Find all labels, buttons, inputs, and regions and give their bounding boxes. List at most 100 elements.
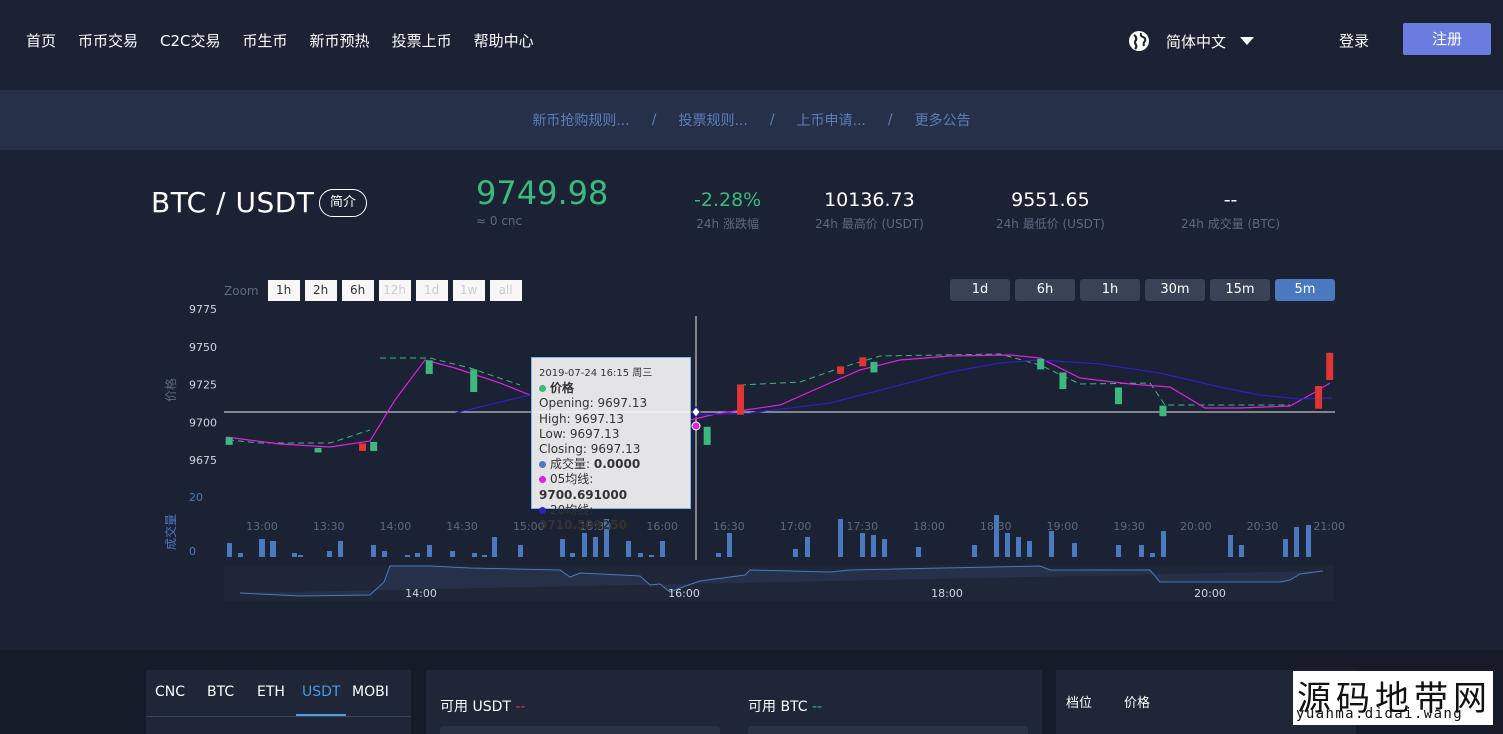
zoom-1d-button[interactable]: 1d	[415, 280, 448, 301]
kline-chart[interactable]: 9775 9750 9725 9700 9675 价格 成交量 20 0 13:00 1…	[0, 0, 1503, 650]
orderbook-level-header: 档位	[1066, 696, 1093, 711]
zoom-6h-button[interactable]: 6h	[341, 280, 374, 301]
candle[interactable]	[370, 441, 378, 451]
x-tick-label: 19:30	[1113, 520, 1145, 533]
x-tick-label: 20:30	[1247, 520, 1279, 533]
market-tab-cnc[interactable]: CNC	[155, 684, 185, 700]
ma5-dot-icon	[539, 476, 546, 484]
ma5-line	[225, 359, 531, 448]
zoom-2h-button[interactable]: 2h	[304, 280, 337, 301]
market-panel	[146, 670, 411, 734]
market-tab-btc[interactable]: BTC	[207, 684, 234, 700]
price-step-lines	[227, 353, 1290, 444]
x-tick-label: 18:00	[913, 520, 945, 533]
x-tick-label: 17:00	[780, 520, 812, 533]
period-6h-button[interactable]: 6h	[1015, 279, 1075, 301]
zoom-all-button[interactable]: all	[489, 280, 522, 301]
candle[interactable]	[1059, 372, 1067, 390]
navigator-tick-label: 16:00	[668, 587, 700, 600]
market-tab-usdt[interactable]: USDT	[302, 684, 340, 700]
series-dot-icon	[539, 385, 546, 393]
zoom-1h-button[interactable]: 1h	[267, 280, 300, 301]
navigator-tick-label: 18:00	[931, 587, 963, 600]
market-tab-eth[interactable]: ETH	[257, 684, 285, 700]
candles	[225, 352, 1334, 453]
y-axis: 9775 9750 9725 9700 9675	[189, 303, 217, 467]
period-30m-button[interactable]: 30m	[1145, 279, 1205, 301]
sell-price-input[interactable]	[748, 726, 1028, 734]
ma5-line-right	[689, 354, 1331, 421]
candle[interactable]	[1159, 405, 1167, 417]
available-btc: 可用 BTC --	[748, 699, 823, 715]
period-controls: 1d 6h 1h 30m 15m 5m	[950, 279, 1340, 301]
ma5-marker	[691, 421, 701, 431]
zoom-controls: Zoom 1h 2h 6h 12h 1d 1w all	[224, 280, 522, 301]
candle[interactable]	[314, 447, 322, 453]
candle[interactable]	[359, 443, 367, 451]
navigator-tick-label: 20:00	[1194, 587, 1226, 600]
zoom-1w-button[interactable]: 1w	[452, 280, 485, 301]
x-tick-label: 18:30	[980, 520, 1012, 533]
candle[interactable]	[870, 361, 878, 373]
tooltip-opening: Opening: 9697.13	[539, 396, 648, 411]
buy-price-input[interactable]	[440, 726, 720, 734]
y-tick-label: 9750	[189, 341, 217, 354]
tooltip-high: High: 9697.13	[539, 411, 625, 426]
tab-divider	[146, 716, 411, 717]
x-tick-label: 21:00	[1313, 520, 1345, 533]
candle[interactable]	[837, 366, 845, 374]
candle[interactable]	[737, 384, 745, 415]
x-tick-label: 20:00	[1180, 520, 1212, 533]
volume-dot-icon	[539, 461, 546, 469]
period-1d-button[interactable]: 1d	[950, 279, 1010, 301]
orderbook-price-header: 价格	[1124, 696, 1151, 711]
volume-axis-title: 成交量	[163, 514, 178, 550]
y-tick-label: 9725	[189, 379, 217, 392]
y-axis-title: 价格	[163, 378, 178, 402]
y-tick-label: 9700	[189, 416, 217, 429]
candle[interactable]	[1114, 387, 1122, 405]
period-5m-button[interactable]: 5m	[1275, 279, 1335, 301]
price-marker	[691, 406, 701, 418]
watermark-url: yuanma.didai.wang	[1296, 706, 1464, 722]
candle[interactable]	[859, 357, 867, 367]
candle[interactable]	[1037, 358, 1045, 370]
x-tick-label: 14:30	[446, 520, 478, 533]
ma20-line-right	[695, 359, 1333, 416]
candle[interactable]	[703, 426, 711, 445]
navigator-tick-label: 14:00	[405, 587, 437, 600]
available-usdt: 可用 USDT --	[440, 699, 526, 715]
x-tick-label: 14:00	[380, 520, 412, 533]
x-tick-label: 13:30	[313, 520, 345, 533]
tooltip-low: Low: 9697.13	[539, 426, 620, 441]
tooltip-series: 价格	[539, 381, 683, 396]
volume-tick-20: 20	[189, 491, 203, 504]
y-tick-label: 9775	[189, 303, 217, 316]
candle[interactable]	[470, 369, 478, 393]
x-axis: 13:00 13:30 14:00 14:30 15:00 15:30 16:00 16:30…	[246, 520, 1345, 533]
tooltip-header: 2019-07-24 16:15 周三	[539, 368, 653, 379]
x-tick-label: 16:30	[713, 520, 745, 533]
ma20-line	[454, 394, 531, 414]
chart-tooltip: 2019-07-24 16:15 周三 价格 Opening: 9697.13 …	[531, 357, 691, 532]
zoom-12h-button[interactable]: 12h	[378, 280, 411, 301]
y-tick-label: 9675	[189, 454, 217, 467]
market-tab-mobi[interactable]: MOBI	[352, 684, 389, 700]
tooltip-ma5: 05均线: 9700.691000	[539, 472, 628, 502]
ma20-dot-icon	[539, 506, 546, 514]
period-1h-button[interactable]: 1h	[1080, 279, 1140, 301]
watermark-logo: 源码地带网 yuanma.didai.wang	[1293, 671, 1493, 725]
tooltip-ma20: 20均线: 9710.509250	[539, 502, 628, 533]
candle[interactable]	[425, 360, 433, 374]
x-tick-label: 17:30	[846, 520, 878, 533]
tooltip-closing: Closing: 9697.13	[539, 442, 641, 457]
x-tick-label: 13:00	[246, 520, 278, 533]
volume-tick-0: 0	[189, 545, 196, 558]
candle[interactable]	[225, 437, 233, 445]
tooltip-volume: 成交量: 0.0000	[539, 457, 683, 472]
x-tick-label: 19:00	[1047, 520, 1079, 533]
zoom-label: Zoom	[224, 283, 259, 298]
period-15m-button[interactable]: 15m	[1210, 279, 1270, 301]
candle[interactable]	[1326, 352, 1334, 380]
candle[interactable]	[1315, 386, 1323, 409]
